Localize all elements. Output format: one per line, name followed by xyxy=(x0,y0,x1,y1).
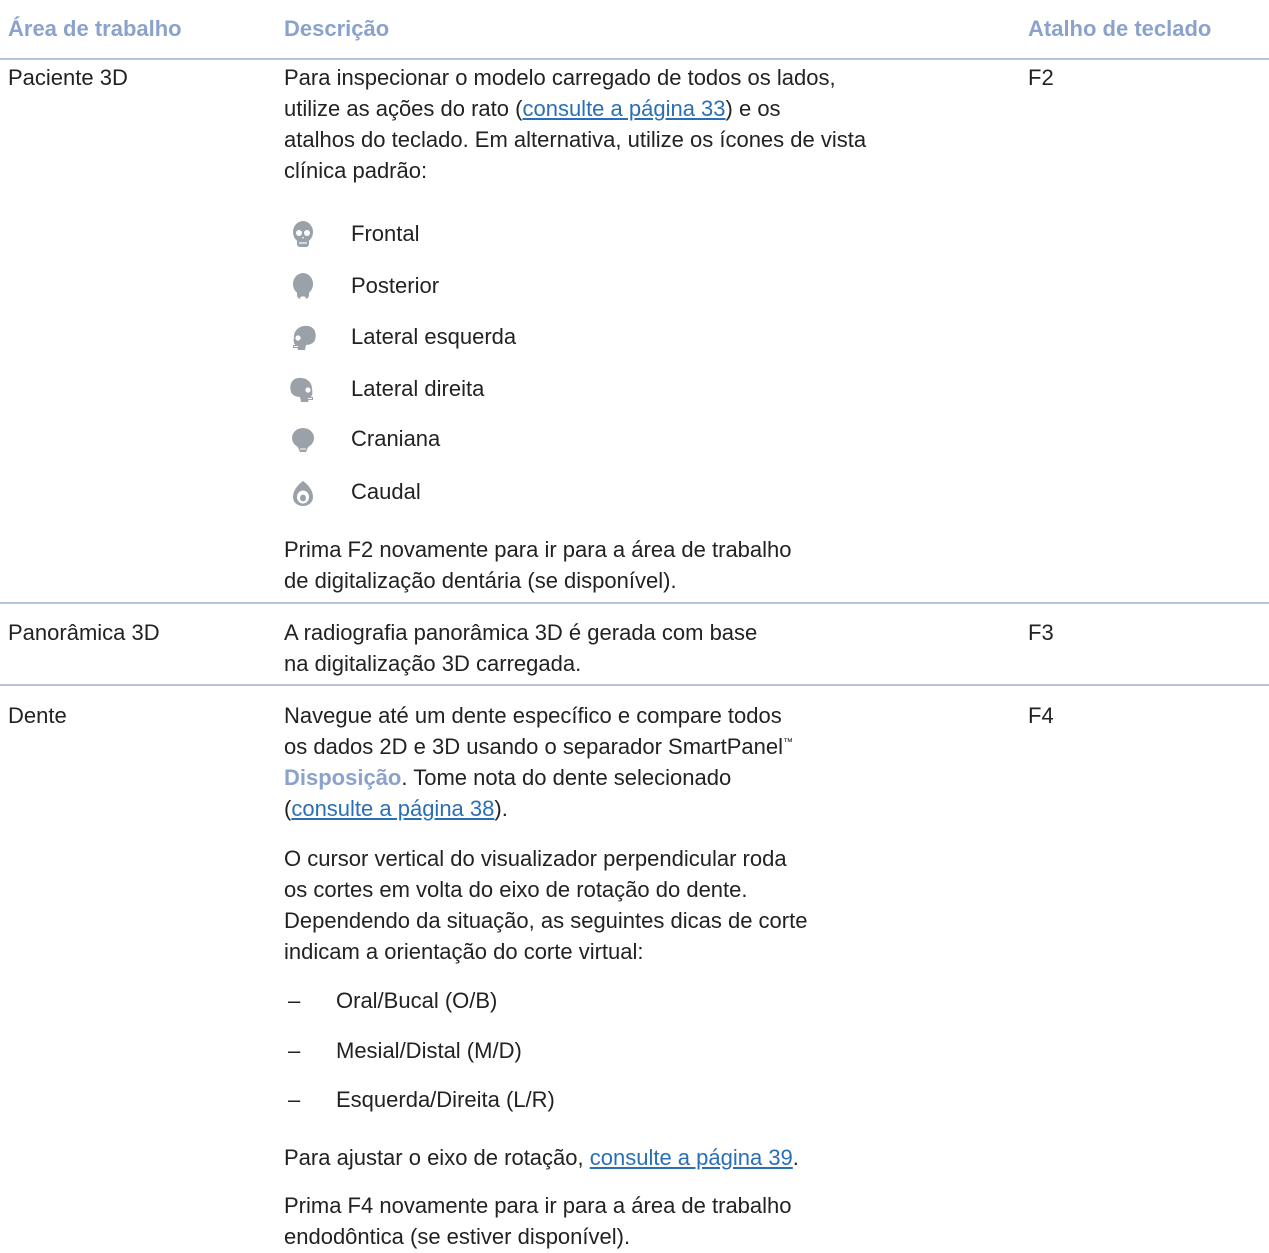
row-paragraph: O cursor vertical do visualizador perpen… xyxy=(284,843,984,967)
view-label: Craniana xyxy=(351,426,441,451)
description-line: Disposição. Tome nota do dente seleciona… xyxy=(284,765,732,790)
view-left-lateral[interactable]: Lateral esquerda xyxy=(288,317,788,357)
view-label: Caudal xyxy=(351,479,421,504)
header-workspace: Área de trabalho xyxy=(8,16,182,41)
note-line: de digitalização dentária (se disponível… xyxy=(284,568,677,593)
row-paragraph: Para ajustar o eixo de rotação, consulte… xyxy=(284,1142,984,1173)
row-description: Para inspecionar o modelo carregado de t… xyxy=(284,62,984,186)
skull-caudal-icon xyxy=(293,481,313,506)
description-line: os cortes em volta do eixo de rotação do… xyxy=(284,877,748,902)
skull-left-lateral-icon xyxy=(293,325,316,350)
view-right-lateral[interactable]: Lateral direita xyxy=(288,369,788,409)
description-line: Para inspecionar o modelo carregado de t… xyxy=(284,65,836,90)
description-line: atalhos do teclado. Em alternativa, util… xyxy=(284,127,867,152)
view-frontal[interactable]: Frontal xyxy=(288,214,788,254)
page-link[interactable]: consulte a página 38 xyxy=(291,796,494,821)
row-description: Navegue até um dente específico e compar… xyxy=(284,700,984,824)
header-description: Descrição xyxy=(284,16,390,41)
description-line: endodôntica (se estiver disponível). xyxy=(284,1224,631,1249)
list-item: – Mesial/Distal (M/D) xyxy=(284,1035,784,1069)
view-label: Lateral direita xyxy=(351,376,485,401)
row-shortcut-key: F3 xyxy=(1028,620,1054,645)
shortcuts-table: Área de trabalho Descrição Atalho de tec… xyxy=(0,0,1269,1253)
row-shortcut-key: F4 xyxy=(1028,703,1054,728)
description-line: Dependendo da situação, as seguintes dic… xyxy=(284,908,808,933)
view-cranial[interactable]: Craniana xyxy=(288,419,788,459)
description-line: clínica padrão: xyxy=(284,158,428,183)
description-line: Navegue até um dente específico e compar… xyxy=(284,703,782,728)
row-workspace-name: Panorâmica 3D xyxy=(8,620,160,645)
description-line: os dados 2D e 3D usando o separador Smar… xyxy=(284,734,793,759)
list-item: – Esquerda/Direita (L/R) xyxy=(284,1084,784,1118)
skull-right-lateral-icon xyxy=(290,377,313,402)
list-dash: – xyxy=(288,1038,301,1063)
header-shortcut: Atalho de teclado xyxy=(1028,16,1212,41)
row-divider xyxy=(0,602,1269,604)
view-label: Lateral esquerda xyxy=(351,324,517,349)
tab-name-disposicao: Disposição xyxy=(284,765,402,790)
skull-posterior-icon xyxy=(293,273,313,300)
row-divider xyxy=(0,684,1269,686)
page-link[interactable]: consulte a página 39 xyxy=(590,1145,793,1170)
skull-cranial-icon xyxy=(292,428,314,452)
description-line: utilize as ações do rato (consulte a pág… xyxy=(284,96,781,121)
list-item-label: Mesial/Distal (M/D) xyxy=(336,1038,522,1063)
list-dash: – xyxy=(288,1087,301,1112)
row-description: A radiografia panorâmica 3D é gerada com… xyxy=(284,617,984,679)
description-line: indicam a orientação do corte virtual: xyxy=(284,939,644,964)
row-shortcut-key: F2 xyxy=(1028,65,1054,90)
list-dash: – xyxy=(288,988,301,1013)
description-line: (consulte a página 38). xyxy=(284,796,508,821)
row-workspace-name: Dente xyxy=(8,703,67,728)
view-label: Frontal xyxy=(351,221,420,246)
view-posterior[interactable]: Posterior xyxy=(288,266,788,306)
row-workspace-name: Paciente 3D xyxy=(8,65,128,90)
description-line: Para ajustar o eixo de rotação, consulte… xyxy=(284,1145,799,1170)
page-link[interactable]: consulte a página 33 xyxy=(522,96,725,121)
row-note: Prima F2 novamente para ir para a área d… xyxy=(284,534,984,596)
table-header: Área de trabalho Descrição Atalho de tec… xyxy=(0,0,1269,60)
description-line: A radiografia panorâmica 3D é gerada com… xyxy=(284,620,758,645)
view-label: Posterior xyxy=(351,273,440,298)
view-caudal[interactable]: Caudal xyxy=(288,472,788,512)
skull-frontal-icon xyxy=(293,221,313,247)
trademark-mark: ™ xyxy=(782,737,793,748)
list-item: – Oral/Bucal (O/B) xyxy=(284,985,784,1019)
description-line: O cursor vertical do visualizador perpen… xyxy=(284,846,787,871)
note-line: Prima F2 novamente para ir para a área d… xyxy=(284,537,792,562)
list-item-label: Oral/Bucal (O/B) xyxy=(336,988,498,1013)
list-item-label: Esquerda/Direita (L/R) xyxy=(336,1087,555,1112)
description-line: Prima F4 novamente para ir para a área d… xyxy=(284,1193,792,1218)
description-line: na digitalização 3D carregada. xyxy=(284,651,582,676)
row-paragraph: Prima F4 novamente para ir para a área d… xyxy=(284,1190,984,1252)
